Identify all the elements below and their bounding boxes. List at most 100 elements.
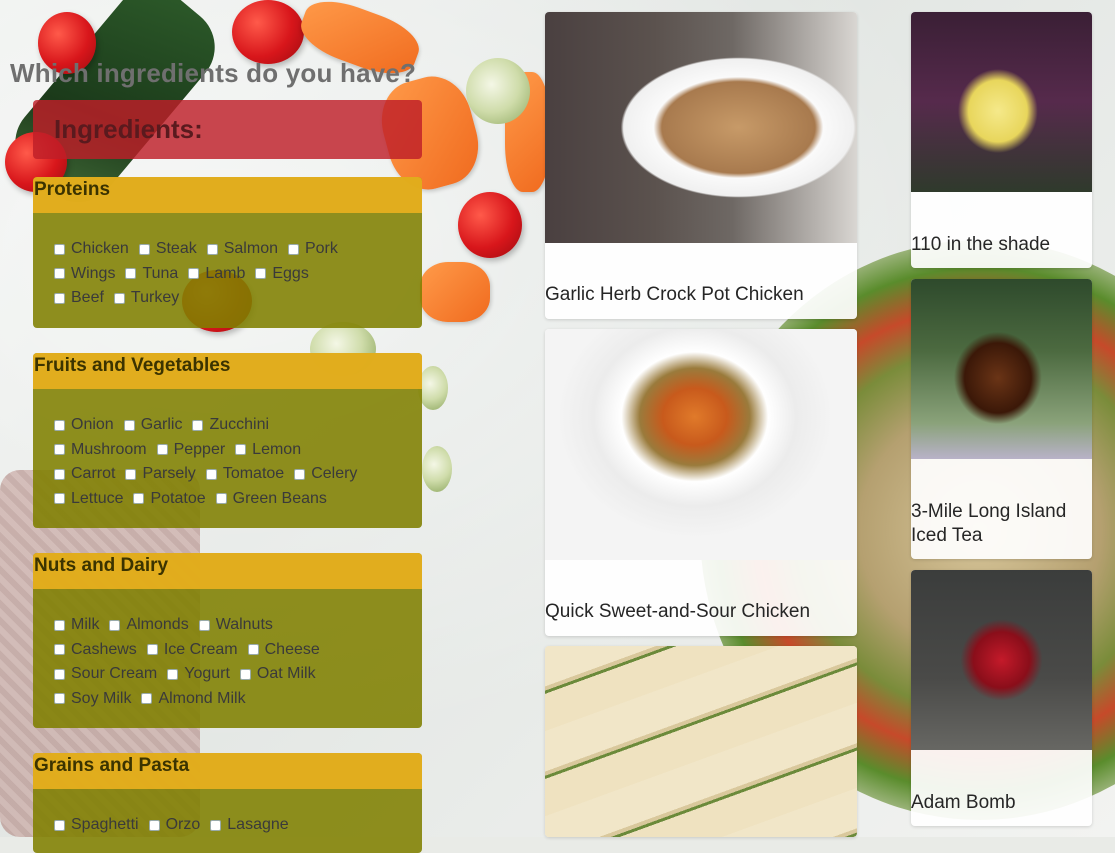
ingredient-checkbox-green-beans[interactable]: Green Beans [215,489,327,508]
checkbox-square[interactable] [148,819,160,831]
recipe-card[interactable] [545,646,857,837]
recipe-image[interactable] [545,329,857,560]
ingredient-label: Green Beans [232,489,327,507]
ingredient-label: Pepper [173,440,226,458]
ingredient-label: Almond Milk [158,689,246,707]
checkbox-square[interactable] [146,644,158,656]
ingredient-label: Milk [71,616,100,634]
checkbox-square[interactable] [54,668,65,680]
checkbox-square[interactable] [192,419,204,431]
ingredient-checkbox-pork[interactable]: Pork [287,240,338,258]
ingredient-checkbox-yogurt[interactable]: Yogurt [167,665,230,683]
checkbox-square[interactable] [54,468,65,480]
ingredient-checkbox-wings[interactable]: Wings [54,265,115,283]
checkbox-square[interactable] [133,493,145,505]
drink-image[interactable] [911,570,1092,750]
ingredient-checkbox-lettuce[interactable]: Lettuce [54,490,123,508]
ingredient-label: Oat Milk [256,665,316,683]
recipe-title[interactable]: Garlic Herb Crock Pot Chicken [545,283,853,307]
checkbox-square[interactable] [294,468,306,480]
ingredient-checkbox-tuna[interactable]: Tuna [125,265,178,283]
ingredient-checkbox-soy-milk[interactable]: Soy Milk [54,690,131,708]
ingredient-checkbox-steak[interactable]: Steak [138,240,197,258]
ingredient-checkbox-cashews[interactable]: Cashews [54,641,137,659]
ingredient-checkbox-eggs[interactable]: Eggs [255,265,309,283]
ingredient-checkbox-milk[interactable]: Milk [54,616,99,634]
ingredient-checkbox-sour-cream[interactable]: Sour Cream [54,665,157,683]
checkbox-square[interactable] [54,619,65,631]
recipe-image[interactable] [545,646,857,837]
checkbox-square[interactable] [54,292,65,304]
ingredient-row: Lettuce Potatoe Green Beans [54,487,422,512]
recipe-title[interactable]: Quick Sweet-and-Sour Chicken [545,600,853,624]
category-title: Nuts and Dairy [33,553,422,589]
checkbox-square[interactable] [205,468,217,480]
ingredient-checkbox-onion[interactable]: Onion [54,416,114,434]
ingredient-checkbox-chicken[interactable]: Chicken [54,240,129,258]
ingredient-checkbox-lasagne[interactable]: Lasagne [210,816,289,834]
checkbox-square[interactable] [215,493,227,505]
ingredient-checkbox-walnuts[interactable]: Walnuts [198,616,273,634]
checkbox-square[interactable] [54,819,65,831]
category-title: Grains and Pasta [33,753,422,789]
drink-card[interactable]: 3-Mile Long Island Iced Tea [911,279,1092,559]
ingredient-checkbox-garlic[interactable]: Garlic [123,416,182,434]
checkbox-square[interactable] [54,243,65,255]
drink-card[interactable]: 110 in the shade [911,12,1092,268]
ingredient-checkbox-tomatoe[interactable]: Tomatoe [205,465,284,483]
checkbox-square[interactable] [54,444,65,456]
ingredient-checkbox-ice-cream[interactable]: Ice Cream [146,641,238,659]
ingredient-checkbox-parsely[interactable]: Parsely [125,465,196,483]
ingredient-checkbox-lamb[interactable]: Lamb [188,265,245,283]
drink-title[interactable]: 3-Mile Long Island Iced Tea [911,500,1088,548]
ingredient-checkbox-beef[interactable]: Beef [54,289,104,307]
recipe-card[interactable]: Garlic Herb Crock Pot Chicken [545,12,857,319]
drink-title[interactable]: 110 in the shade [911,233,1088,257]
ingredient-checkbox-carrot[interactable]: Carrot [54,465,115,483]
checkbox-square[interactable] [141,693,153,705]
drink-image[interactable] [911,12,1092,192]
checkbox-square[interactable] [54,419,65,431]
ingredient-checkbox-salmon[interactable]: Salmon [206,240,278,258]
checkbox-square[interactable] [255,268,267,280]
checkbox-square[interactable] [247,644,259,656]
checkbox-square[interactable] [210,819,222,831]
checkbox-square[interactable] [54,644,65,656]
checkbox-square[interactable] [109,619,121,631]
recipe-card[interactable]: Quick Sweet-and-Sour Chicken [545,329,857,636]
ingredient-checkbox-lemon[interactable]: Lemon [235,441,301,459]
ingredient-checkbox-turkey[interactable]: Turkey [113,289,179,307]
checkbox-square[interactable] [235,444,247,456]
ingredient-checkbox-oat-milk[interactable]: Oat Milk [239,665,316,683]
checkbox-square[interactable] [156,444,168,456]
ingredient-checkbox-almond-milk[interactable]: Almond Milk [141,689,246,708]
checkbox-square[interactable] [167,668,179,680]
ingredient-checkbox-celery[interactable]: Celery [294,465,357,483]
ingredient-checkbox-almonds[interactable]: Almonds [109,616,189,634]
ingredient-checkbox-spaghetti[interactable]: Spaghetti [54,816,139,834]
ingredient-checklist: Milk Almonds Walnuts Cashews Ice Cream C… [33,589,422,711]
checkbox-square[interactable] [198,619,210,631]
checkbox-square[interactable] [113,292,125,304]
checkbox-square[interactable] [287,243,299,255]
ingredient-checkbox-cheese[interactable]: Cheese [247,641,320,659]
checkbox-square[interactable] [54,493,65,505]
ingredient-checkbox-orzo[interactable]: Orzo [148,816,200,834]
checkbox-square[interactable] [54,268,65,280]
ingredient-checkbox-potatoe[interactable]: Potatoe [133,490,206,508]
ingredient-checkbox-mushroom[interactable]: Mushroom [54,441,147,459]
recipe-image[interactable] [545,12,857,243]
checkbox-square[interactable] [125,268,137,280]
drink-title[interactable]: Adam Bomb [911,791,1088,815]
checkbox-square[interactable] [188,268,200,280]
checkbox-square[interactable] [138,243,150,255]
checkbox-square[interactable] [239,668,251,680]
checkbox-square[interactable] [123,419,135,431]
drink-card[interactable]: Adam Bomb [911,570,1092,826]
ingredient-checkbox-pepper[interactable]: Pepper [156,440,226,459]
checkbox-square[interactable] [125,468,137,480]
drink-image[interactable] [911,279,1092,459]
ingredient-checkbox-zucchini[interactable]: Zucchini [192,416,269,434]
checkbox-square[interactable] [206,243,218,255]
checkbox-square[interactable] [54,693,65,705]
